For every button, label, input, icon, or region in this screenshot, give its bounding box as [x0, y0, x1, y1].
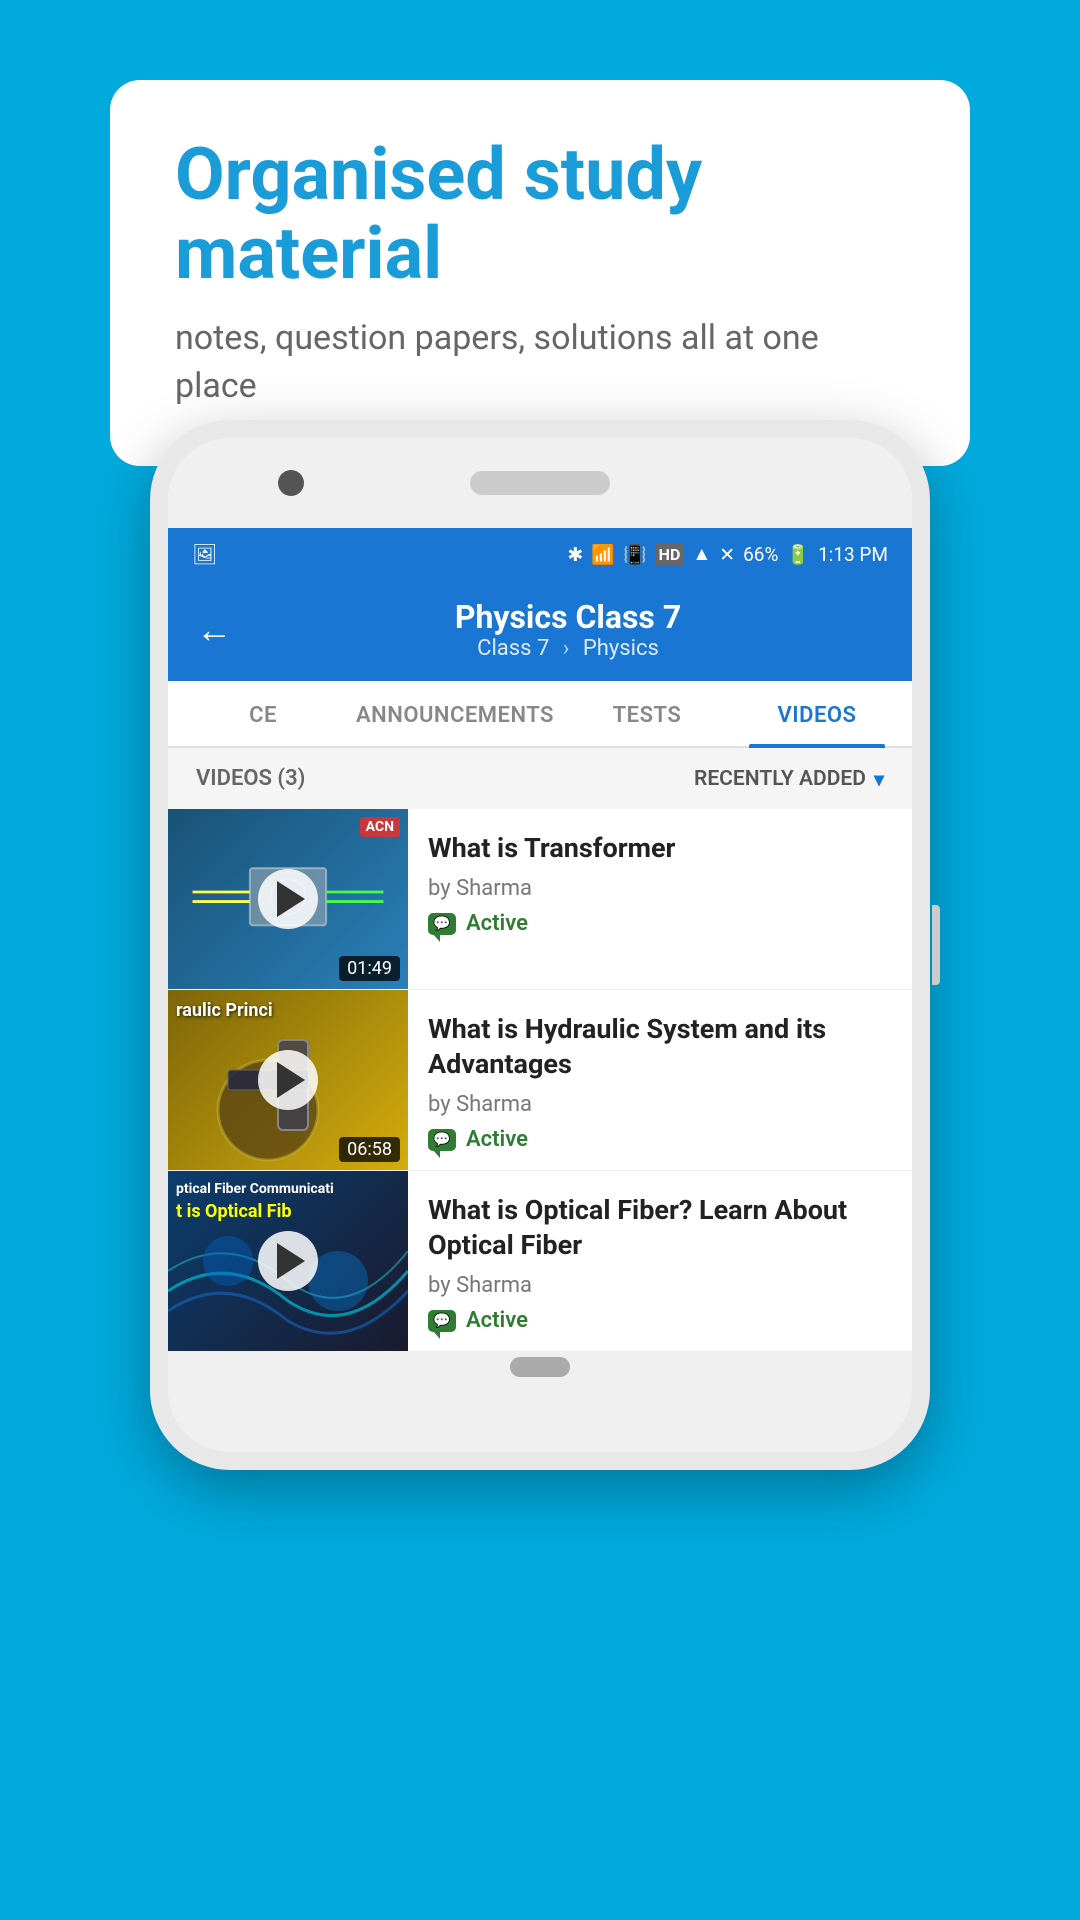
play-button-3[interactable]: [258, 1231, 318, 1291]
thumbnail-1: ACN 01:49: [168, 809, 408, 989]
speech-bubble: Organised study material notes, question…: [110, 80, 970, 466]
network-icon: ✕: [719, 543, 735, 566]
phone-home-button-area: [168, 1352, 912, 1382]
phone-side-button[interactable]: [932, 905, 940, 985]
status-right: ✱ 📶 📳 HD ▲ ✕ 66% 🔋 1:13 PM: [567, 542, 888, 566]
phone-top-bezel: [168, 438, 912, 528]
tabs-bar: CE ANNOUNCEMENTS TESTS VIDEOS: [168, 681, 912, 748]
thumbnail-2: raulic Princi 06:58: [168, 990, 408, 1170]
phone-mockup: 🖼 ✱ 📶 📳 HD ▲ ✕ 66% 🔋 1:13 PM ←: [150, 420, 930, 1470]
status-left: 🖼: [192, 542, 217, 566]
photo-icon: 🖼: [192, 542, 217, 566]
chevron-down-icon: ▾: [874, 767, 884, 791]
video-duration-2: 06:58: [339, 1137, 400, 1162]
video-duration-1: 01:49: [339, 956, 400, 981]
play-button-2[interactable]: [258, 1050, 318, 1110]
play-icon-2: [277, 1062, 305, 1098]
status-text-1: Active: [466, 911, 528, 936]
clock: 1:13 PM: [818, 543, 888, 566]
play-button-1[interactable]: [258, 869, 318, 929]
video-title-1: What is Transformer: [428, 831, 892, 866]
chat-icon-inner-1: 💬: [433, 917, 450, 931]
breadcrumb-class: Class 7: [477, 636, 549, 661]
app-header: ← Physics Class 7 Class 7 › Physics: [168, 580, 912, 681]
app-header-title: Physics Class 7: [252, 598, 884, 636]
videos-count-label: VIDEOS (3): [196, 766, 305, 791]
chat-icon-2: 💬: [428, 1129, 456, 1151]
bubble-title: Organised study material: [175, 135, 905, 293]
thumbnail-play-overlay-3: [168, 1171, 408, 1351]
chat-icon-inner-3: 💬: [433, 1314, 450, 1328]
breadcrumb-subject: Physics: [583, 636, 659, 661]
chat-icon-1: 💬: [428, 913, 456, 935]
phone-speaker: [470, 471, 610, 495]
phone-camera: [278, 470, 304, 496]
video-info-3: What is Optical Fiber? Learn About Optic…: [408, 1171, 912, 1351]
play-icon-1: [277, 881, 305, 917]
status-text-2: Active: [466, 1127, 528, 1152]
video-item-2[interactable]: raulic Princi 06:58: [168, 990, 912, 1171]
phone-outer: 🖼 ✱ 📶 📳 HD ▲ ✕ 66% 🔋 1:13 PM ←: [150, 420, 930, 1470]
back-button[interactable]: ←: [196, 609, 232, 651]
battery-text: 66%: [743, 543, 778, 566]
status-bar: 🖼 ✱ 📶 📳 HD ▲ ✕ 66% 🔋 1:13 PM: [168, 528, 912, 580]
breadcrumb-separator: ›: [563, 636, 575, 661]
video-item-3[interactable]: ptical Fiber Communicati t is Optical Fi…: [168, 1171, 912, 1352]
wifi-icon: ▲: [692, 542, 711, 566]
play-icon-3: [277, 1243, 305, 1279]
bubble-subtitle: notes, question papers, solutions all at…: [175, 315, 905, 410]
video-author-2: by Sharma: [428, 1092, 892, 1117]
phone-screen: 🖼 ✱ 📶 📳 HD ▲ ✕ 66% 🔋 1:13 PM ←: [168, 528, 912, 1352]
battery-icon: 🔋: [786, 543, 810, 566]
tab-videos[interactable]: VIDEOS: [732, 681, 902, 746]
tab-ce[interactable]: CE: [178, 681, 348, 746]
video-title-2: What is Hydraulic System and its Advanta…: [428, 1012, 892, 1082]
video-title-3: What is Optical Fiber? Learn About Optic…: [428, 1193, 892, 1263]
thumbnail-3: ptical Fiber Communicati t is Optical Fi…: [168, 1171, 408, 1351]
sort-label: RECENTLY ADDED: [694, 767, 866, 791]
video-author-1: by Sharma: [428, 876, 892, 901]
top-area: Organised study material notes, question…: [0, 0, 1080, 466]
header-title-area: Physics Class 7 Class 7 › Physics: [252, 598, 884, 661]
signal-icon: 📶: [591, 543, 615, 566]
video-info-1: What is Transformer by Sharma 💬 Active: [408, 809, 912, 989]
video-item-1[interactable]: ACN 01:49 What is Transformer by Sharma: [168, 809, 912, 990]
video-info-2: What is Hydraulic System and its Advanta…: [408, 990, 912, 1170]
video-status-3: 💬 Active: [428, 1308, 892, 1333]
phone-home-button[interactable]: [510, 1357, 570, 1377]
video-list: ACN 01:49 What is Transformer by Sharma: [168, 809, 912, 1352]
video-status-1: 💬 Active: [428, 911, 892, 936]
vibrate-icon: 📳: [623, 543, 647, 566]
bluetooth-icon: ✱: [567, 543, 583, 566]
filter-bar: VIDEOS (3) RECENTLY ADDED ▾: [168, 748, 912, 809]
tab-tests[interactable]: TESTS: [562, 681, 732, 746]
video-author-3: by Sharma: [428, 1273, 892, 1298]
video-status-2: 💬 Active: [428, 1127, 892, 1152]
chat-icon-3: 💬: [428, 1310, 456, 1332]
app-header-breadcrumb: Class 7 › Physics: [252, 636, 884, 661]
tab-announcements[interactable]: ANNOUNCEMENTS: [348, 681, 562, 746]
chat-icon-inner-2: 💬: [433, 1133, 450, 1147]
phone-bottom-bezel: [168, 1382, 912, 1452]
sort-dropdown[interactable]: RECENTLY ADDED ▾: [694, 767, 884, 791]
status-text-3: Active: [466, 1308, 528, 1333]
hd-label: HD: [655, 544, 685, 565]
